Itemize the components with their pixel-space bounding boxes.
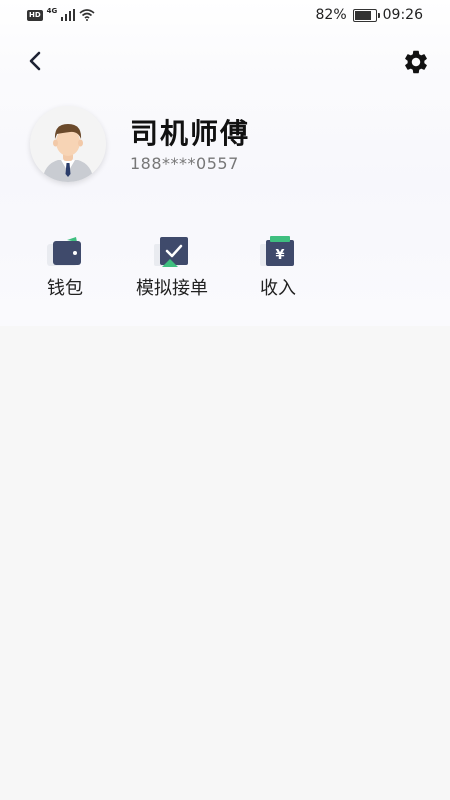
battery-icon	[352, 8, 380, 22]
gear-icon	[405, 50, 427, 74]
status-right: 82% 09:26	[316, 7, 423, 23]
wallet-button[interactable]: 钱包	[20, 234, 110, 300]
simulate-order-button[interactable]: 模拟接单	[127, 234, 217, 300]
wifi-icon	[79, 9, 95, 21]
hd-badge: HD	[27, 9, 43, 21]
status-bar: HD 4G 82% 09:26	[0, 0, 450, 32]
signal-icon	[61, 9, 76, 21]
wallet-icon	[47, 237, 81, 266]
income-label: 收入	[260, 278, 296, 299]
network-type: 4G	[46, 7, 58, 15]
income-button[interactable]: ¥ 收入	[233, 234, 323, 300]
driver-name: 司机师傅	[130, 117, 251, 150]
status-left: HD 4G	[27, 7, 95, 21]
driver-phone: 188****0557	[130, 154, 239, 173]
avatar[interactable]	[30, 106, 106, 182]
wallet-label: 钱包	[47, 278, 83, 299]
battery-percent: 82%	[315, 7, 347, 23]
battery-fill	[354, 10, 372, 20]
simulate-order-label: 模拟接单	[136, 278, 208, 299]
settings-button[interactable]	[402, 48, 430, 76]
order-check-icon	[154, 237, 188, 267]
income-yen-icon: ¥	[260, 236, 294, 266]
back-button[interactable]	[22, 46, 50, 76]
driver-avatar-icon	[30, 106, 106, 182]
clock: 09:26	[382, 7, 423, 23]
svg-text:¥: ¥	[275, 248, 284, 263]
chevron-left-icon	[29, 51, 41, 71]
